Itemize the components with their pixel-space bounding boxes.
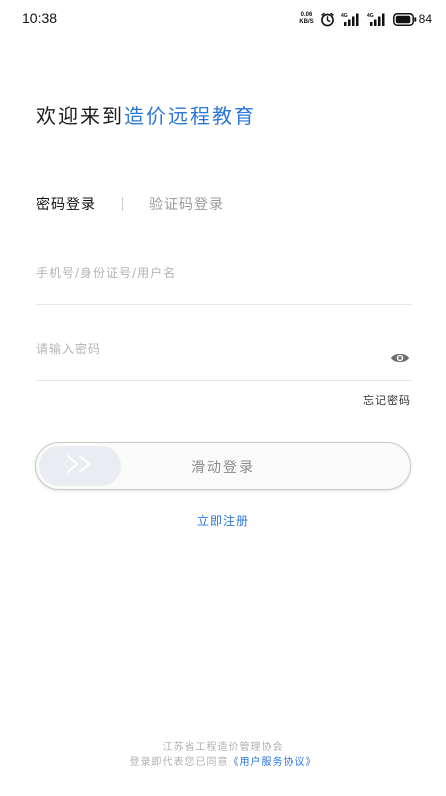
- cellular-signal-2-icon: 4G: [367, 12, 387, 27]
- login-tabs: 密码登录 验证码登录: [36, 194, 224, 214]
- battery: 84: [392, 12, 432, 26]
- brand-name: 造价远程教育: [124, 104, 256, 128]
- cellular-signal-1-icon: 4G: [341, 12, 361, 27]
- footer-consent: 登录即代表您已同意《用户服务协议》: [0, 755, 446, 770]
- footer-organization: 江苏省工程造价管理协会: [162, 742, 284, 753]
- network-speed-value: 0.06: [300, 12, 313, 18]
- status-icons: 0.06 KB/S 4G 4G 84: [299, 10, 432, 28]
- account-field: [36, 262, 412, 305]
- welcome-heading: 欢迎来到造价远程教育: [36, 100, 256, 129]
- tab-divider: [122, 197, 123, 211]
- status-bar: 10:38 0.06 KB/S 4G 4G 84: [0, 0, 446, 38]
- tab-password-login[interactable]: 密码登录: [36, 194, 96, 214]
- battery-icon: [392, 12, 417, 26]
- tab-code-login[interactable]: 验证码登录: [149, 194, 224, 214]
- double-chevron-right-icon: [62, 454, 98, 478]
- account-input[interactable]: [36, 266, 356, 280]
- signal-2-label: 4G: [367, 13, 374, 19]
- slide-login-handle[interactable]: [39, 446, 121, 486]
- status-time: 10:38: [22, 10, 58, 26]
- forgot-password-link[interactable]: 忘记密码: [363, 392, 411, 408]
- battery-level: 84: [418, 12, 432, 26]
- slide-login-track[interactable]: 滑动登录: [35, 442, 411, 490]
- eye-icon[interactable]: [390, 350, 410, 364]
- register-link[interactable]: 立即注册: [0, 512, 446, 529]
- password-input[interactable]: [36, 342, 356, 356]
- user-agreement-link[interactable]: 《用户服务协议》: [229, 757, 317, 768]
- welcome-prefix: 欢迎来到: [36, 104, 124, 128]
- network-speed-unit: KB/S: [299, 19, 314, 25]
- alarm-clock-icon: [320, 12, 335, 27]
- password-field: [36, 338, 412, 381]
- signal-1-label: 4G: [341, 13, 348, 19]
- consent-prefix: 登录即代表您已同意: [129, 757, 229, 768]
- network-speed: 0.06 KB/S: [299, 12, 313, 26]
- footer: 江苏省工程造价管理协会 登录即代表您已同意《用户服务协议》: [0, 740, 446, 770]
